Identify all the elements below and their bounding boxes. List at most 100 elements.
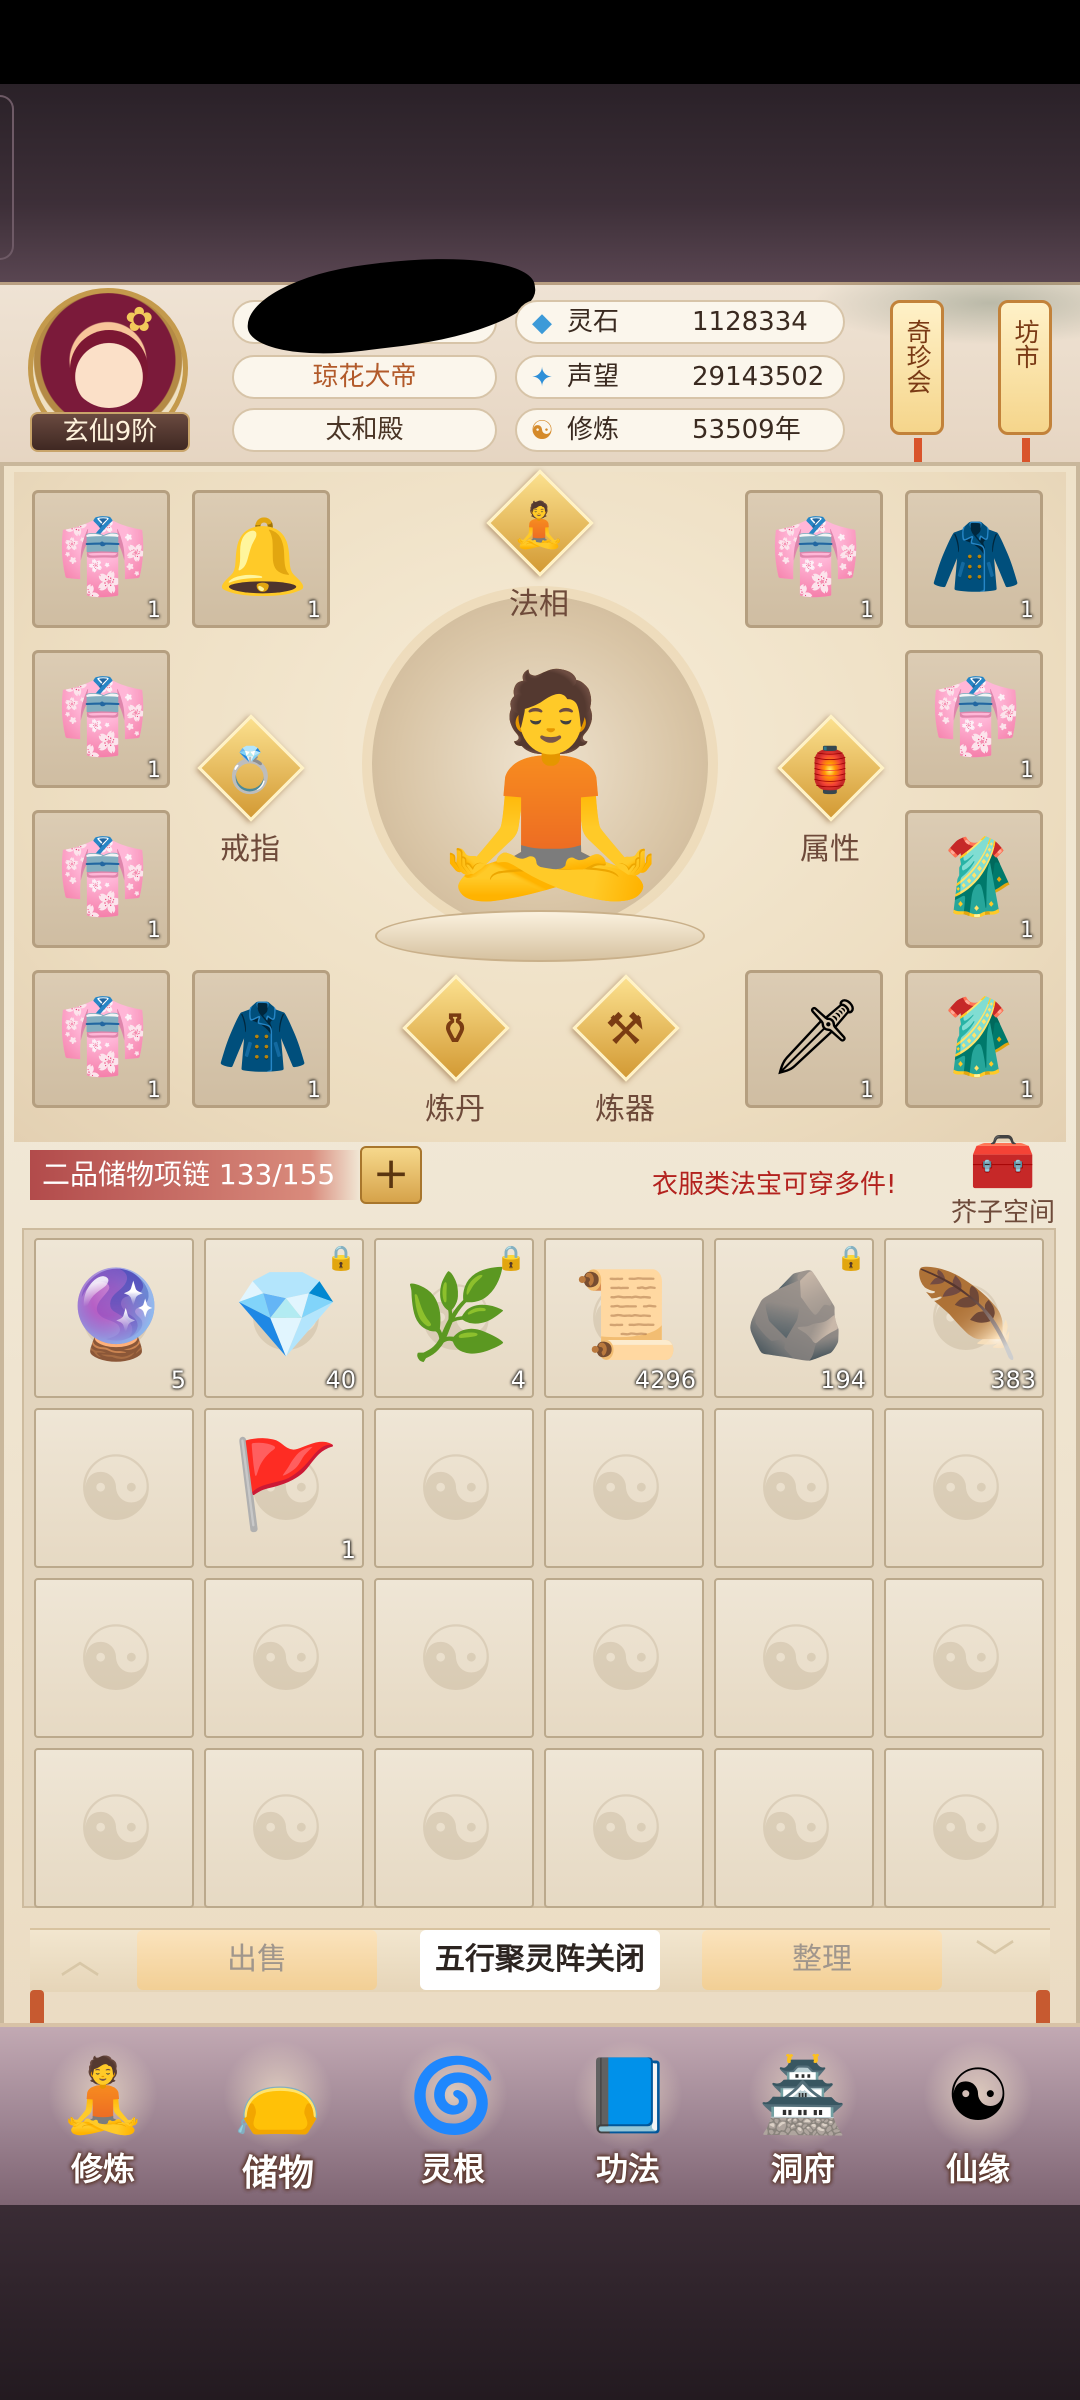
nav-cultivate[interactable]: 🧘 修炼: [28, 2040, 178, 2200]
inventory-cell[interactable]: ☯: [884, 1408, 1044, 1568]
attributes-button[interactable]: 🏮 属性: [775, 714, 885, 870]
nav-label: 功法: [595, 2150, 660, 2188]
red-robe-icon: 🥻: [929, 994, 1023, 1080]
market-lantern[interactable]: 坊市: [998, 300, 1052, 478]
item-icon: 🪶: [912, 1265, 1020, 1365]
inventory-cell[interactable]: ☯: [204, 1748, 364, 1908]
item-icon: 🚩: [232, 1435, 340, 1535]
treasure-auction-lantern[interactable]: 奇珍会: [890, 300, 944, 478]
inventory-cell[interactable]: ☯: [714, 1578, 874, 1738]
lantern-label: 坊市: [1011, 319, 1040, 369]
alchemy-button[interactable]: ⚱ 炼丹: [400, 974, 510, 1130]
yinyang-icon: ☯: [415, 1607, 497, 1712]
inventory-cell[interactable]: ☯: [544, 1748, 704, 1908]
inventory-cell[interactable]: ☯: [374, 1408, 534, 1568]
inventory-cell[interactable]: ☯ 📜 4296: [544, 1238, 704, 1398]
yinyang-icon: ☯: [75, 1777, 157, 1882]
expand-storage-button[interactable]: +: [360, 1146, 422, 1204]
inventory-cell[interactable]: ☯: [884, 1748, 1044, 1908]
equip-slot[interactable]: 🥻 1: [905, 970, 1043, 1108]
item-icon: 🪨: [742, 1265, 850, 1365]
inventory-cell[interactable]: ☯: [544, 1408, 704, 1568]
forging-button[interactable]: ⚒ 炼器: [570, 974, 680, 1130]
lock-icon: 🔒: [836, 1244, 866, 1272]
inventory-cell[interactable]: ☯ 🌿 4 🔒: [374, 1238, 534, 1398]
equip-slot[interactable]: 🔔 1: [192, 490, 330, 628]
stat-value: 53509年: [692, 415, 801, 445]
item-count: 1: [1020, 598, 1034, 623]
equip-slot[interactable]: 👘 1: [32, 810, 170, 948]
equip-slot[interactable]: 👘 1: [32, 490, 170, 628]
equip-slot[interactable]: 👘 1: [32, 970, 170, 1108]
player-hall: 太和殿: [232, 408, 497, 452]
item-count: 1: [1020, 918, 1034, 943]
nav-spirit-root[interactable]: 🌀 灵根: [378, 2040, 528, 2200]
nav-cave[interactable]: 🏯 洞府: [728, 2040, 878, 2200]
equip-slot[interactable]: 👘 1: [745, 490, 883, 628]
inventory-cell[interactable]: ☯ 🪨 194 🔒: [714, 1238, 874, 1398]
ring-button[interactable]: 💍 戒指: [195, 714, 305, 870]
inventory-cell[interactable]: ☯: [884, 1578, 1044, 1738]
robe-icon: 👘: [56, 514, 150, 600]
inventory-cell[interactable]: ☯: [34, 1408, 194, 1568]
stat-label: 声望: [567, 362, 620, 392]
inventory-cell[interactable]: ☯ 🚩 1: [204, 1408, 364, 1568]
equip-slot[interactable]: 👘 1: [32, 650, 170, 788]
nav-fate[interactable]: ☯ 仙缘: [903, 2040, 1053, 2200]
yinyang-icon: ☯: [755, 1777, 837, 1882]
inventory-cell[interactable]: ☯: [714, 1748, 874, 1908]
sword-icon: 🗡: [769, 994, 863, 1080]
faxiang-button[interactable]: 🧘 法相: [484, 469, 594, 625]
inventory-cell[interactable]: ☯: [544, 1578, 704, 1738]
cauldron-icon: ⚱: [436, 1004, 474, 1055]
sell-button[interactable]: 出售: [137, 1930, 377, 1990]
inventory-cell[interactable]: ☯ 💎 40 🔒: [204, 1238, 364, 1398]
item-count: 194: [820, 1366, 866, 1394]
jiezi-space-label: 芥子空间: [950, 1198, 1055, 1228]
yinyang-icon: ☯: [925, 1777, 1007, 1882]
book-icon: 📘: [573, 2040, 683, 2150]
nav-storage[interactable]: 👝 储物: [203, 2040, 353, 2200]
item-count: 1: [860, 1078, 874, 1103]
inventory-cell[interactable]: ☯: [374, 1748, 534, 1908]
alchemy-label: 炼丹: [425, 1092, 485, 1127]
inventory-cell[interactable]: ☯: [204, 1578, 364, 1738]
pavilion-icon: 🏯: [748, 2040, 858, 2150]
page-down-arrow[interactable]: ﹀: [965, 1932, 1025, 1988]
inventory-cell[interactable]: ☯ 🪶 383: [884, 1238, 1044, 1398]
reputation-icon: ✦: [531, 363, 553, 393]
yinyang-icon: ☯: [755, 1437, 837, 1542]
item-icon: 💎: [232, 1265, 340, 1365]
stat-spirit-stone: ◆ 灵石 1128334: [515, 300, 845, 344]
equip-slot[interactable]: 🧥 1: [905, 490, 1043, 628]
robe-icon: 👘: [929, 674, 1023, 760]
inventory-cell[interactable]: ☯ 🔮 5: [34, 1238, 194, 1398]
nav-techniques[interactable]: 📘 功法: [553, 2040, 703, 2200]
spirit-array-toggle[interactable]: 五行聚灵阵关闭: [420, 1930, 660, 1990]
yinyang-icon: ☯: [755, 1607, 837, 1712]
yinyang-icon: ☯: [75, 1607, 157, 1712]
stat-value: 29143502: [692, 362, 825, 392]
equip-slot[interactable]: 🥻 1: [905, 810, 1043, 948]
inventory-cell[interactable]: ☯: [34, 1578, 194, 1738]
equip-slot[interactable]: 🗡 1: [745, 970, 883, 1108]
yinyang-icon: ☯: [585, 1777, 667, 1882]
jiezi-space-button[interactable]: 🧰 芥子空间: [948, 1132, 1058, 1229]
page-up-arrow[interactable]: ︿: [50, 1932, 110, 1988]
lock-icon: 🔒: [326, 1244, 356, 1272]
item-count: 1: [1020, 1078, 1034, 1103]
item-count: 1: [307, 1078, 321, 1103]
item-count: 1: [307, 598, 321, 623]
inventory-cell[interactable]: ☯: [34, 1748, 194, 1908]
side-edge-tab[interactable]: [0, 95, 14, 260]
clothes-note: 衣服类法宝可穿多件!: [652, 1170, 897, 1200]
equip-slot[interactable]: 👘 1: [905, 650, 1043, 788]
equip-slot[interactable]: 🧥 1: [192, 970, 330, 1108]
item-count: 1: [340, 1536, 356, 1564]
lock-icon: 🔒: [496, 1244, 526, 1272]
inventory-cell[interactable]: ☯: [714, 1408, 874, 1568]
rank-badge: 玄仙9阶: [30, 412, 190, 452]
inventory-cell[interactable]: ☯: [374, 1578, 534, 1738]
ring-icon: 💍: [222, 745, 278, 796]
tidy-button[interactable]: 整理: [702, 1930, 942, 1990]
